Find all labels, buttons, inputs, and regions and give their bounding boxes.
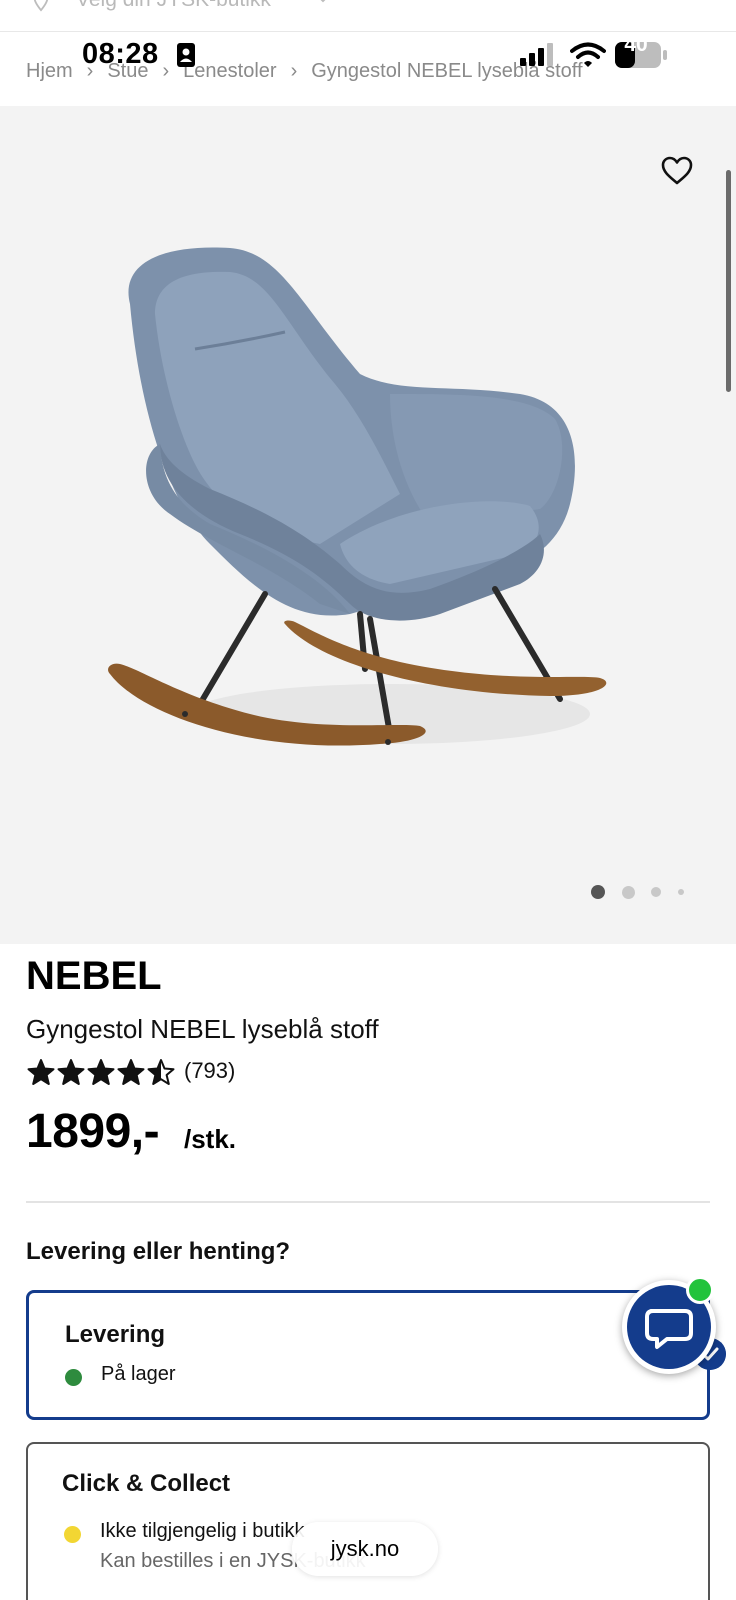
- stock-status-text: Ikke tilgjengelig i butikk: [100, 1520, 305, 1542]
- delivery-option-title: Click & Collect: [62, 1470, 231, 1497]
- star-full-icon: [27, 1059, 55, 1085]
- scrollbar[interactable]: [726, 170, 731, 392]
- battery-level: 40: [624, 33, 648, 56]
- price-unit: /stk.: [184, 1124, 237, 1154]
- delivery-option-click-collect[interactable]: Click & Collect Ikke tilgjengelig i buti…: [26, 1442, 710, 1600]
- pagination-dot[interactable]: [651, 887, 661, 897]
- divider: [26, 1201, 710, 1203]
- star-full-icon: [57, 1059, 85, 1085]
- store-selector[interactable]: Velg din JYSK-butikk: [0, 0, 736, 32]
- stock-status-dot: [64, 1526, 81, 1543]
- signal-icon: [520, 43, 553, 66]
- pagination-dot[interactable]: [621, 885, 635, 899]
- delivery-heading: Levering eller henting?: [26, 1238, 291, 1265]
- product-brand: NEBEL: [26, 954, 162, 998]
- heart-outline-icon[interactable]: [660, 154, 694, 188]
- location-pin-icon: [33, 0, 49, 12]
- product-image: [108, 247, 607, 746]
- chevron-down-icon: [320, 0, 326, 3]
- wifi-icon: [570, 42, 606, 67]
- rating-stars[interactable]: [26, 1058, 176, 1088]
- status-bar: 08:28 40: [0, 32, 736, 76]
- delivery-option-title: Levering: [65, 1321, 166, 1348]
- contact-card-icon: [177, 43, 195, 67]
- chat-button[interactable]: [622, 1276, 716, 1374]
- store-selector-label: Velg din JYSK-butikk: [76, 0, 271, 12]
- star-half-icon: [147, 1059, 175, 1085]
- image-pagination: [0, 882, 736, 902]
- star-full-icon: [87, 1059, 115, 1085]
- stock-status-dot: [65, 1369, 82, 1386]
- pagination-dot[interactable]: [678, 889, 684, 895]
- chat-online-indicator: [686, 1276, 714, 1304]
- delivery-option-levering[interactable]: Levering På lager: [26, 1290, 710, 1420]
- product-name: Gyngestol NEBEL lyseblå stoff: [26, 1014, 379, 1044]
- product-image-gallery[interactable]: [0, 106, 736, 944]
- pagination-dot[interactable]: [591, 885, 605, 899]
- product-price: 1899,-: [26, 1105, 160, 1158]
- review-count[interactable]: (793): [184, 1058, 235, 1084]
- status-time: 08:28: [82, 38, 159, 70]
- star-full-icon: [117, 1059, 145, 1085]
- browser-url-bar[interactable]: jysk.no: [292, 1522, 438, 1576]
- stock-status-text: På lager: [101, 1363, 176, 1385]
